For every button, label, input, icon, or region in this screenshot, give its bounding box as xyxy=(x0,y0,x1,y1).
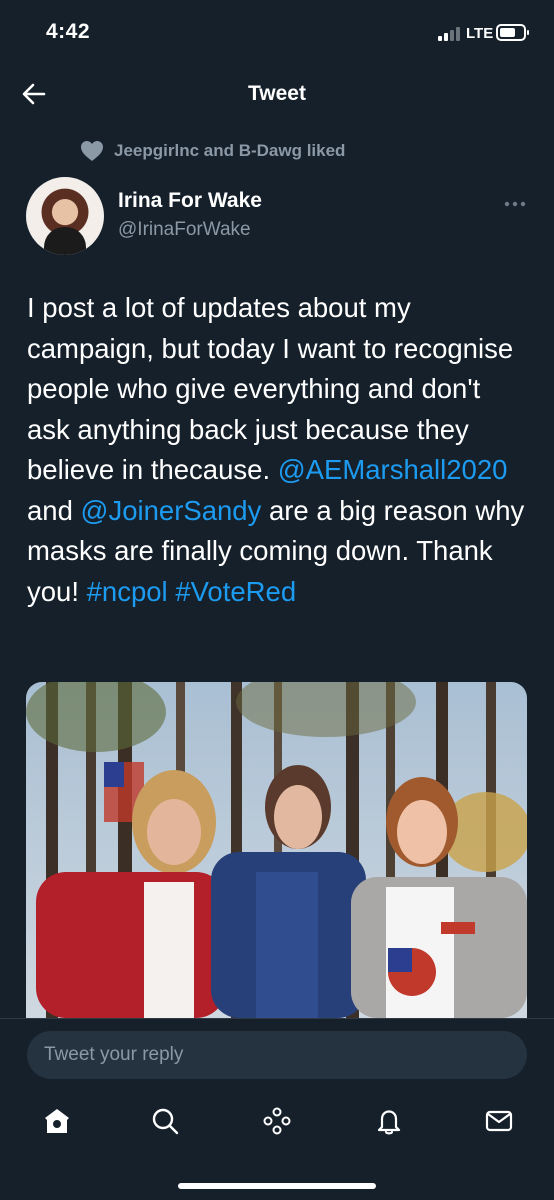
photo-image xyxy=(26,682,527,1018)
tweet-detail-screen: 4:42 LTE Tweet Jeepgirlnc and B-Dawg lik… xyxy=(0,0,554,1200)
messages-icon xyxy=(485,1110,513,1132)
nav-spaces[interactable] xyxy=(260,1104,294,1138)
heart-icon xyxy=(81,141,103,161)
more-dots-icon xyxy=(504,201,526,207)
author-handle[interactable]: @IrinaForWake xyxy=(118,219,251,241)
author-avatar[interactable] xyxy=(26,177,104,255)
social-context-text: Jeepgirlnc and B-Dawg liked xyxy=(114,141,346,160)
social-context[interactable]: Jeepgirlnc and B-Dawg liked xyxy=(80,140,345,162)
nav-search[interactable] xyxy=(148,1104,182,1138)
top-header: Tweet xyxy=(0,64,554,124)
page-title: Tweet xyxy=(248,82,306,105)
reply-input[interactable] xyxy=(27,1031,527,1079)
tweet-text-part: and xyxy=(27,494,81,526)
signal-strength-icon xyxy=(438,27,460,41)
hashtag-link[interactable]: #ncpol xyxy=(87,576,168,607)
status-bar: 4:42 LTE xyxy=(0,0,554,64)
notifications-icon xyxy=(377,1110,401,1135)
network-label: LTE xyxy=(466,25,494,42)
mention-link[interactable]: @JoinerSandy xyxy=(81,495,262,526)
bottom-navigation xyxy=(0,1088,554,1200)
mention-link[interactable]: @AEMarshall2020 xyxy=(278,454,508,485)
home-indicator xyxy=(178,1183,376,1189)
author-name[interactable]: Irina For Wake xyxy=(118,189,262,213)
home-icon xyxy=(45,1109,69,1133)
tweet-text: I post a lot of updates about my campaig… xyxy=(27,288,527,612)
nav-home[interactable] xyxy=(40,1104,74,1138)
tweet-photo[interactable] xyxy=(26,682,527,1018)
battery-icon xyxy=(496,24,529,41)
nav-messages[interactable] xyxy=(482,1104,516,1138)
status-time: 4:42 xyxy=(46,20,91,43)
nav-notifications[interactable] xyxy=(372,1104,406,1138)
reply-bar xyxy=(0,1018,554,1088)
more-options-button[interactable] xyxy=(504,192,526,215)
spaces-icon xyxy=(263,1107,291,1135)
search-icon xyxy=(152,1108,179,1135)
hashtag-link[interactable]: #VoteRed xyxy=(175,576,296,607)
